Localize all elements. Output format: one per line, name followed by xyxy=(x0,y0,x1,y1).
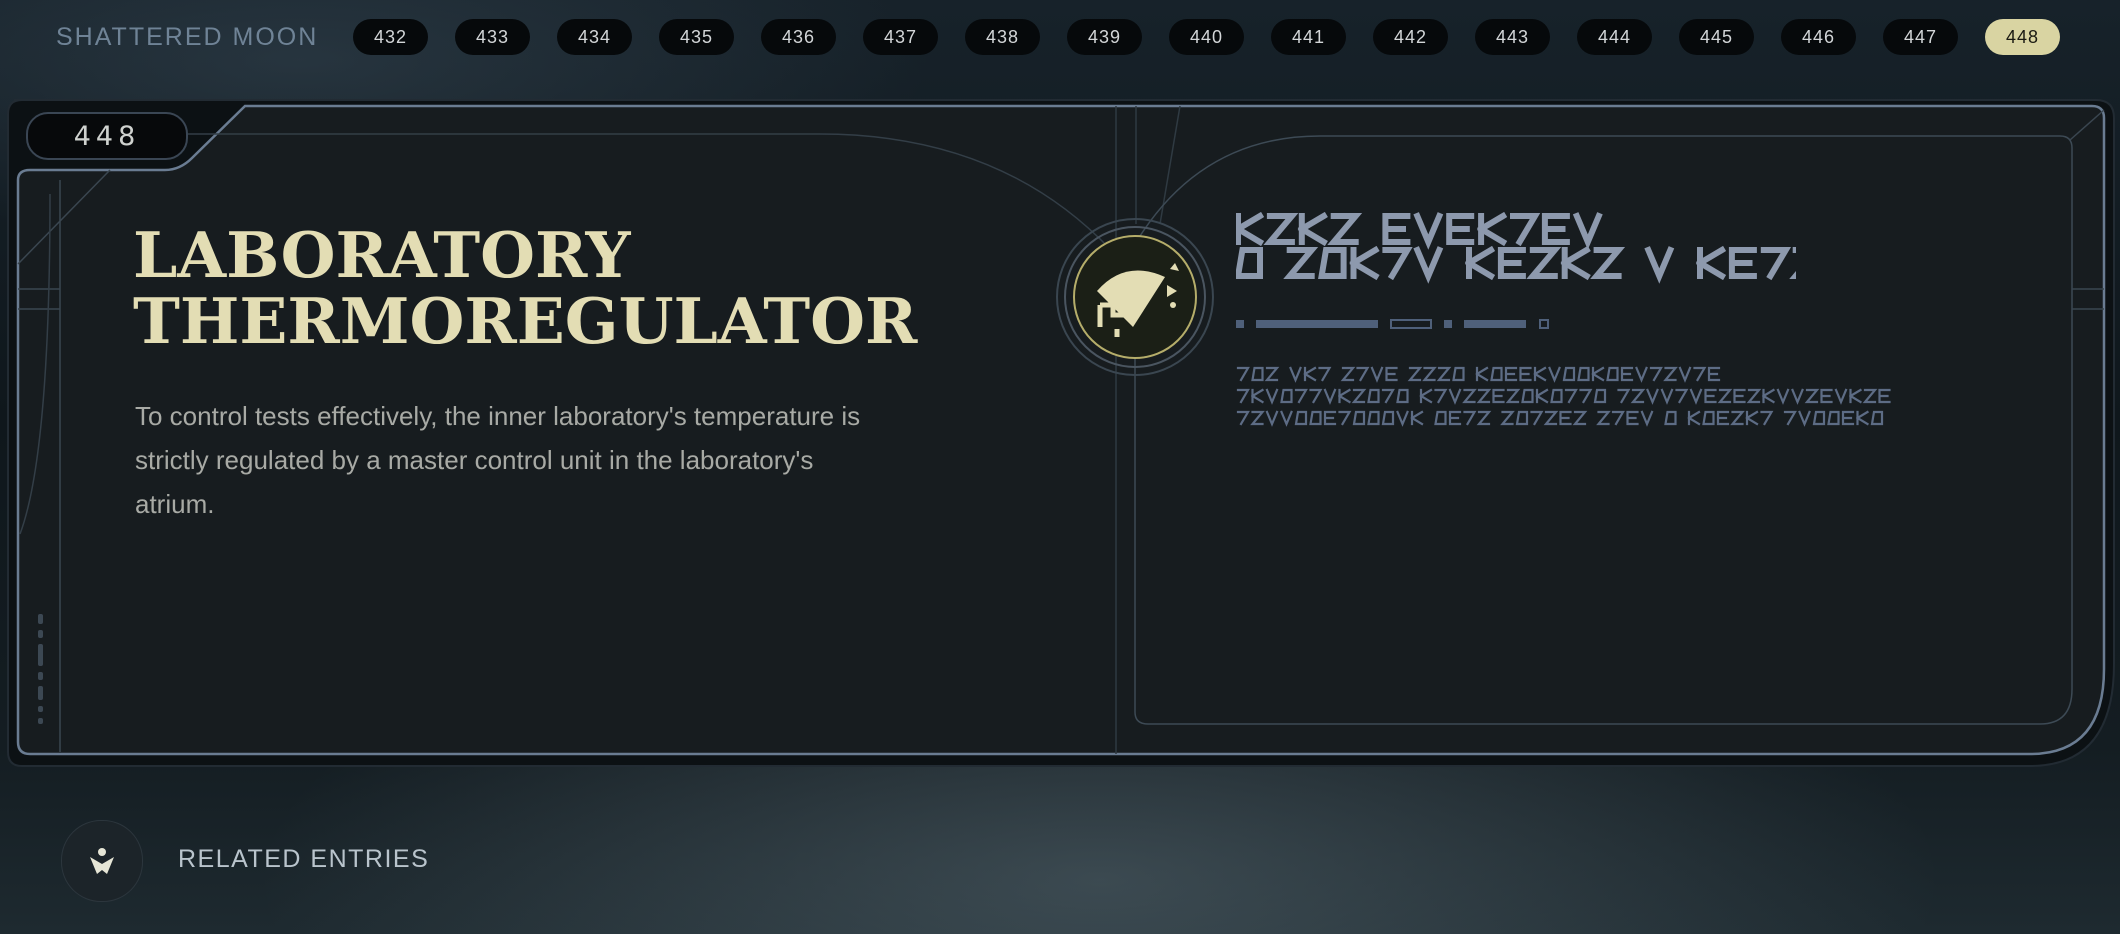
entry-pill-445[interactable]: 445 xyxy=(1679,19,1754,55)
related-figure-icon xyxy=(90,848,114,874)
entry-title-line2: THERMOREGULATOR xyxy=(133,284,918,358)
aurebesh-title-glyphs xyxy=(1236,212,1796,284)
entry-title-line1: LABORATORY xyxy=(133,218,631,292)
entry-pill-448[interactable]: 448 xyxy=(1985,19,2060,55)
entry-pill-443[interactable]: 443 xyxy=(1475,19,1550,55)
entry-pill-444[interactable]: 444 xyxy=(1577,19,1652,55)
aurebesh-body-glyphs xyxy=(1236,366,1891,427)
entry-pill-447[interactable]: 447 xyxy=(1883,19,1958,55)
entry-number-badge: 448 xyxy=(26,112,188,160)
related-entries-label[interactable]: RELATED ENTRIES xyxy=(178,845,429,874)
entry-pill-434[interactable]: 434 xyxy=(557,19,632,55)
entry-pill-446[interactable]: 446 xyxy=(1781,19,1856,55)
entry-panel: 448 LABORATORY THERMOREGULATOR To contro… xyxy=(0,94,2120,769)
entry-description: To control tests effectively, the inner … xyxy=(135,401,861,519)
entry-pill-438[interactable]: 438 xyxy=(965,19,1040,55)
entry-pill-439[interactable]: 439 xyxy=(1067,19,1142,55)
databank-emblem-icon xyxy=(1056,218,1214,376)
entry-title: LABORATORY THERMOREGULATOR xyxy=(133,222,917,354)
entry-pill-433[interactable]: 433 xyxy=(455,19,530,55)
brand-title: SHATTERED MOON xyxy=(56,23,319,51)
entry-pill-432[interactable]: 432 xyxy=(353,19,428,55)
entry-pill-442[interactable]: 442 xyxy=(1373,19,1448,55)
related-entries-icon[interactable] xyxy=(61,820,143,902)
entry-pill-437[interactable]: 437 xyxy=(863,19,938,55)
data-meter xyxy=(1236,319,1549,329)
entry-pagination: 432 433 434 435 436 437 438 439 440 441 442 443 444 4… xyxy=(353,19,2060,55)
entry-pill-441[interactable]: 441 xyxy=(1271,19,1346,55)
entry-pill-436[interactable]: 436 xyxy=(761,19,836,55)
entry-pill-440[interactable]: 440 xyxy=(1169,19,1244,55)
entry-pill-435[interactable]: 435 xyxy=(659,19,734,55)
top-bar: SHATTERED MOON 432 433 434 435 436 437 438 439 4… xyxy=(0,0,2120,76)
